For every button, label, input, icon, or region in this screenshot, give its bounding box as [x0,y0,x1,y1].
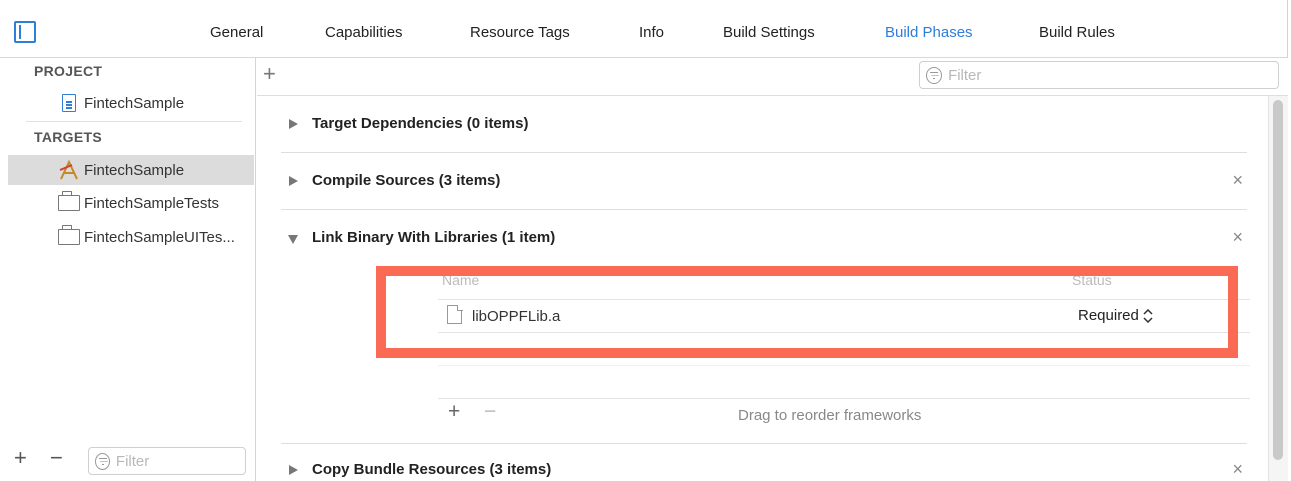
filter-icon [95,452,110,470]
table-header-divider [438,299,1250,300]
project-file-icon [58,93,80,113]
delete-phase-icon[interactable]: × [1232,227,1243,248]
remove-target-button[interactable]: − [50,445,63,471]
tab-build-phases[interactable]: Build Phases [885,24,973,41]
phase-compile-sources: Compile Sources (3 items) × [281,154,1247,210]
phases-filter-field[interactable] [919,61,1279,89]
table-row-divider [438,365,1250,366]
phases-toolbar: + [257,58,1288,96]
phase-copy-bundle-resources: Copy Bundle Resources (3 items) × [281,445,1247,481]
add-target-button[interactable]: + [14,445,27,471]
column-header-name[interactable]: Name [442,272,479,288]
libraries-table: Name Status libOPPFLib.a Required + − Dr… [438,267,1250,427]
build-phases-editor: + Target Dependencies (0 items) Compile … [257,58,1288,481]
disclosure-triangle-icon[interactable] [289,119,298,129]
column-header-status[interactable]: Status [1072,272,1112,288]
library-status-value: Required [1078,307,1139,324]
sidebar-item-target-uitests[interactable]: FintechSampleUITes... [58,222,254,252]
tab-resource-tags[interactable]: Resource Tags [470,24,570,41]
phase-title[interactable]: Target Dependencies (0 items) [312,115,528,132]
tab-build-rules[interactable]: Build Rules [1039,24,1115,41]
disclosure-triangle-icon[interactable] [289,465,298,475]
delete-phase-icon[interactable]: × [1232,459,1243,480]
add-build-phase-button[interactable]: + [263,61,276,87]
editor-tab-bar: General Capabilities Resource Tags Info … [0,0,1288,58]
phases-filter-input[interactable] [948,66,1278,84]
sidebar-item-label: FintechSample [84,161,185,179]
sidebar-item-label: FintechSample [84,94,185,112]
scrollbar-thumb[interactable] [1273,100,1283,460]
sidebar-item-label: FintechSampleUITes... [84,228,235,246]
tab-capabilities[interactable]: Capabilities [325,24,403,41]
sidebar-item-target-tests[interactable]: FintechSampleTests [58,188,250,218]
disclosure-triangle-icon[interactable] [289,176,298,186]
phase-title[interactable]: Copy Bundle Resources (3 items) [312,461,551,478]
sidebar-item-target-app[interactable]: FintechSample [8,155,254,185]
sidebar-filter-field[interactable] [88,447,246,475]
phase-title[interactable]: Compile Sources (3 items) [312,172,500,189]
project-target-sidebar: PROJECT FintechSample TARGETS FintechSam… [0,58,256,481]
test-bundle-icon [58,191,80,213]
sidebar-item-label: FintechSampleTests [84,194,220,212]
remove-library-button[interactable]: − [484,400,496,424]
phase-target-dependencies: Target Dependencies (0 items) [281,97,1247,153]
tab-info[interactable]: Info [639,24,664,41]
app-target-icon [58,160,80,180]
phase-title[interactable]: Link Binary With Libraries (1 item) [312,229,555,246]
stepper-updown-icon [1143,308,1153,323]
disclosure-triangle-icon[interactable] [288,235,298,244]
sidebar-footer: + − [0,441,256,481]
table-row-divider [438,332,1250,333]
tab-general[interactable]: General [210,24,263,41]
project-section-heading: PROJECT [34,63,103,79]
sidebar-item-project[interactable]: FintechSample [58,88,248,118]
add-library-button[interactable]: + [448,400,460,424]
library-name[interactable]: libOPPFLib.a [472,308,560,325]
tab-build-settings[interactable]: Build Settings [723,24,815,41]
sidebar-divider [26,121,242,122]
targets-section-heading: TARGETS [34,129,102,145]
sidebar-toggle-icon[interactable] [14,21,36,43]
library-status-select[interactable]: Required [1078,307,1153,324]
filter-icon [926,66,943,84]
table-footer-divider [438,398,1250,399]
delete-phase-icon[interactable]: × [1232,170,1243,191]
test-bundle-icon [58,225,80,247]
library-file-icon [447,304,463,324]
drag-reorder-hint: Drag to reorder frameworks [738,407,922,424]
sidebar-filter-input[interactable] [115,452,245,470]
vertical-scrollbar[interactable] [1268,96,1288,481]
